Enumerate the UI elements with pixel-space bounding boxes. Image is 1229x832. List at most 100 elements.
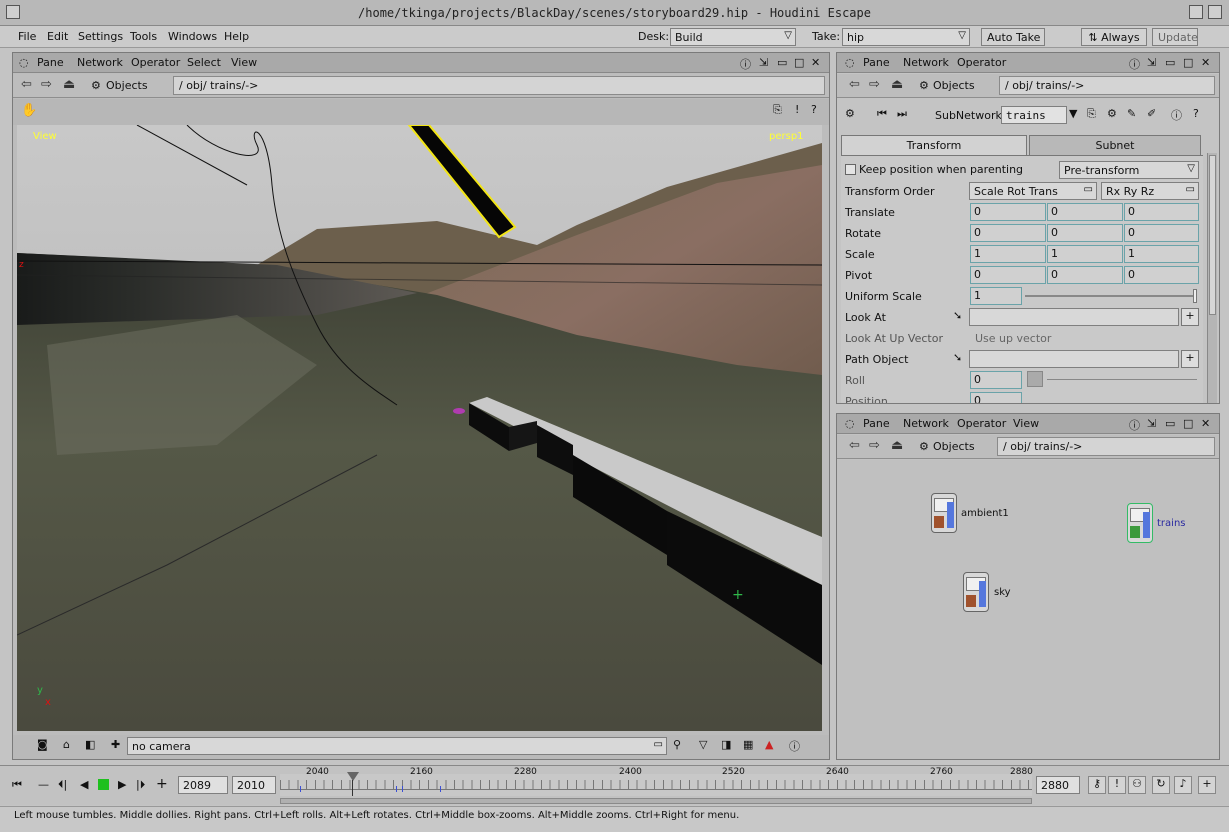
scale-z-field[interactable]: 1: [1124, 245, 1199, 263]
viewer-menu-view[interactable]: View: [231, 56, 257, 69]
add-icon[interactable]: +: [1181, 308, 1199, 326]
param-menu-network[interactable]: Network: [903, 56, 949, 69]
add-icon[interactable]: +: [1181, 350, 1199, 368]
network-canvas[interactable]: ambient1 trains sky: [837, 460, 1219, 759]
translate-y-field[interactable]: 0: [1047, 203, 1123, 221]
always-button[interactable]: ⇅ Always: [1081, 28, 1147, 46]
uniform-scale-handle[interactable]: [1193, 289, 1197, 303]
split-icon[interactable]: ▭: [777, 56, 787, 69]
key-icon[interactable]: ⚷: [1088, 776, 1106, 794]
translate-z-field[interactable]: 0: [1124, 203, 1199, 221]
path-object-field[interactable]: [969, 350, 1179, 368]
rotate-order-menu[interactable]: Rx Ry Rz ▭: [1101, 182, 1199, 200]
network-menu-pane[interactable]: Pane: [863, 417, 890, 430]
keep-position-checkbox[interactable]: [845, 164, 856, 175]
param-menu-pane[interactable]: Pane: [863, 56, 890, 69]
desk-select[interactable]: Build ▽: [670, 28, 796, 46]
arrow-pick-icon[interactable]: ➘: [953, 351, 962, 364]
increase-icon[interactable]: +: [156, 776, 168, 792]
display-options-icon[interactable]: ▦: [743, 738, 753, 751]
look-at-field[interactable]: [969, 308, 1179, 326]
decrease-icon[interactable]: —: [38, 778, 49, 791]
rotate-x-field[interactable]: 0: [970, 224, 1046, 242]
gear-icon[interactable]: ⚙: [1107, 107, 1117, 120]
forward-arrow-icon[interactable]: ⇨: [41, 77, 52, 92]
roll-color-swatch[interactable]: [1027, 371, 1043, 387]
forward-arrow-icon[interactable]: ⇨: [869, 77, 880, 92]
pane-icon[interactable]: ◌: [845, 56, 855, 69]
playhead-icon[interactable]: [347, 772, 359, 781]
viewer-menu-select[interactable]: Select: [187, 56, 221, 69]
current-frame-field[interactable]: 2089: [178, 776, 228, 794]
param-scrollbar[interactable]: [1207, 153, 1217, 403]
copy-icon[interactable]: ⎘: [1087, 107, 1096, 121]
info-icon[interactable]: ⓘ: [1171, 107, 1182, 123]
menu-help[interactable]: Help: [224, 30, 249, 43]
node-name-field[interactable]: trains: [1001, 106, 1067, 124]
camera-select[interactable]: no camera ▭: [127, 737, 667, 755]
info-icon[interactable]: ⓘ: [789, 738, 800, 754]
pin-icon[interactable]: ⇲: [759, 56, 768, 69]
end-frame-field[interactable]: 2880: [1036, 776, 1080, 794]
up-level-icon[interactable]: ⏏: [891, 438, 903, 453]
up-level-icon[interactable]: ⏏: [891, 77, 903, 92]
roll-field[interactable]: 0: [970, 371, 1022, 389]
node-label-trains[interactable]: trains: [1157, 518, 1186, 529]
info-icon[interactable]: ⓘ: [1129, 417, 1140, 433]
pane-icon[interactable]: ◌: [845, 417, 855, 430]
loop-icon[interactable]: ↻: [1152, 776, 1170, 794]
timeline-range-bar[interactable]: [280, 798, 1032, 804]
param-path-field[interactable]: / obj/ trains/->: [999, 76, 1215, 95]
home-icon[interactable]: ⌂: [63, 738, 70, 751]
help-icon[interactable]: ?: [811, 103, 817, 116]
split-icon[interactable]: ▭: [1165, 417, 1175, 430]
close-pane-icon[interactable]: ✕: [1201, 417, 1210, 430]
viewer-menu-operator[interactable]: Operator: [131, 56, 180, 69]
info-icon[interactable]: ⓘ: [1129, 56, 1140, 72]
close-pane-icon[interactable]: ✕: [1201, 56, 1210, 69]
network-path-field[interactable]: / obj/ trains/->: [997, 437, 1215, 456]
maximize-pane-icon[interactable]: □: [794, 56, 804, 69]
network-menu-view[interactable]: View: [1013, 417, 1039, 430]
uniform-scale-field[interactable]: 1: [970, 287, 1022, 305]
update-button[interactable]: Update: [1152, 28, 1198, 46]
viewport-view-label[interactable]: View: [33, 131, 57, 142]
param-context[interactable]: Objects: [933, 79, 975, 92]
home-view-icon[interactable]: ⎘: [773, 103, 782, 117]
scale-x-field[interactable]: 1: [970, 245, 1046, 263]
filter-icon[interactable]: ▽: [699, 738, 707, 751]
render-icon[interactable]: ▲: [765, 738, 773, 751]
back-arrow-icon[interactable]: ⇦: [849, 77, 860, 92]
hand-icon[interactable]: ✋: [21, 103, 37, 118]
shade-icon[interactable]: ◨: [721, 738, 731, 751]
cube-icon[interactable]: ◧: [85, 738, 95, 751]
go-to-start-icon[interactable]: ⏮: [12, 778, 22, 792]
expand-icon[interactable]: ▼: [1069, 107, 1077, 120]
step-back-icon[interactable]: ⏴|: [58, 778, 67, 792]
rotate-z-field[interactable]: 0: [1124, 224, 1199, 242]
pivot-y-field[interactable]: 0: [1047, 266, 1123, 284]
next-input-icon[interactable]: ⏭: [897, 107, 907, 121]
viewport-camera-label[interactable]: persp1: [769, 131, 804, 142]
network-menu-network[interactable]: Network: [903, 417, 949, 430]
menu-file[interactable]: File: [18, 30, 36, 43]
position-field[interactable]: 0: [970, 392, 1022, 403]
pre-transform-menu[interactable]: Pre-transform ▽: [1059, 161, 1199, 179]
pin-icon[interactable]: ⇲: [1147, 417, 1156, 430]
back-arrow-icon[interactable]: ⇦: [849, 438, 860, 453]
menu-edit[interactable]: Edit: [47, 30, 68, 43]
network-context[interactable]: Objects: [933, 440, 975, 453]
play-reverse-icon[interactable]: ◀: [80, 778, 88, 791]
stop-icon[interactable]: [98, 779, 109, 790]
pivot-z-field[interactable]: 0: [1124, 266, 1199, 284]
menu-tools[interactable]: Tools: [130, 30, 157, 43]
person-icon[interactable]: ⚇: [1128, 776, 1146, 794]
scale-y-field[interactable]: 1: [1047, 245, 1123, 263]
pin-icon[interactable]: ⇲: [1147, 56, 1156, 69]
viewer-menu-network[interactable]: Network: [77, 56, 123, 69]
info-icon[interactable]: ⓘ: [740, 56, 751, 72]
maximize-icon[interactable]: [1208, 5, 1222, 19]
timeline-scrubber[interactable]: 2040 2160 2280 2400 2520 2640 2760 2880: [280, 767, 1033, 804]
roll-slider[interactable]: [1047, 379, 1197, 380]
add-icon[interactable]: +: [1198, 776, 1216, 794]
